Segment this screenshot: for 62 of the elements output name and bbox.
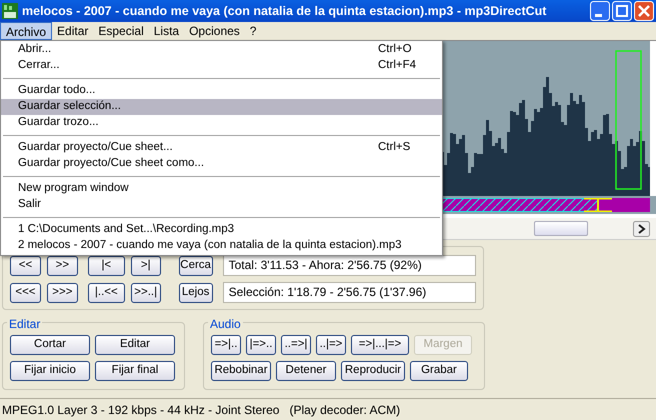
button[interactable]: |< [88,256,125,276]
menu-entry-label: 1 C:\Documents and Set...\Recording.mp3 [18,222,234,238]
maximize-button[interactable] [612,1,632,21]
menu-item[interactable]: Opciones [184,22,245,40]
button[interactable]: ..|=> [316,335,346,355]
button[interactable]: =>|...|=> [351,335,409,355]
scroll-right-button[interactable] [633,220,650,236]
menu-item[interactable]: Archivo [0,22,52,40]
menu-entry-label: New program window [18,181,129,196]
button[interactable]: ..=>| [281,335,311,355]
button[interactable]: Grabar [410,361,468,381]
menu-entry-label: Guardar trozo... [18,115,99,130]
menu-entry[interactable]: 2 melocos - 2007 - cuando me vaya (con natalia de la quinta estacion).mp3 [1,238,442,254]
button[interactable]: >>> [46,282,78,302]
app-icon [2,3,18,19]
minimize-button[interactable] [590,1,610,21]
button[interactable]: >>..| [130,282,161,302]
menu-entry[interactable]: Guardar todo... [1,83,442,99]
button[interactable]: >> [46,256,78,276]
menu-entry-label: 2 melocos - 2007 - cuando me vaya (con natalia de la quinta estacion).mp3 [18,238,402,254]
button[interactable]: Fijar final [95,361,175,381]
button[interactable]: =>|.. [211,335,241,355]
button[interactable]: Cerca [178,256,213,276]
button[interactable]: <<< [10,282,41,302]
button[interactable]: Cortar [10,335,90,355]
button[interactable]: Detener [276,361,336,381]
menu-entry-label: Cerrar... [18,58,60,74]
window-title: melocos - 2007 - cuando me vaya (con natalia de la quinta estacion).mp3 - mp3DirectCut [22,4,548,18]
button[interactable]: Rebobinar [211,361,271,381]
button[interactable]: Lejos [178,282,213,302]
button[interactable]: Reproducir [341,361,405,381]
menu-entry-label: Abrir... [18,42,52,58]
menu-entry[interactable]: Guardar trozo... [1,115,442,131]
scrollbar-thumb[interactable] [534,221,588,236]
menu-entry[interactable]: Guardar selección... [1,99,442,115]
button[interactable]: |..<< [88,282,125,302]
menu-item[interactable]: ? [244,22,262,40]
menu-entry[interactable]: Abrir... Ctrl+O [1,42,442,58]
menu-entry-label: Guardar todo... [18,83,96,98]
menu-entry-label: Guardar proyecto/Cue sheet como... [18,156,204,172]
button[interactable]: |=>.. [246,335,276,355]
button[interactable]: >| [130,256,161,276]
menu-item[interactable]: Especial [93,22,149,40]
button[interactable]: << [10,256,41,276]
menu-entry-label: Guardar proyecto/Cue sheet... [18,140,173,156]
menu-item[interactable]: Lista [148,22,184,40]
menu-entry-label: Salir [18,197,42,212]
info-field: Total: 3'11.53 - Ahora: 2'56.75 (92%) [222,255,476,276]
shortcut-label: Ctrl+O [378,42,413,58]
button[interactable]: Fijar inicio [10,361,90,381]
menu-entry[interactable]: Guardar proyecto/Cue sheet... Ctrl+S [1,140,442,156]
menu-entry[interactable]: Cerrar... Ctrl+F4 [1,58,442,74]
menu-item[interactable]: Editar [52,22,94,40]
menu-entry[interactable]: Guardar proyecto/Cue sheet como... [1,156,442,172]
shortcut-label: Ctrl+S [378,140,412,156]
info-field: Selección: 1'18.79 - 2'56.75 (1'37.96) [222,282,476,303]
menu-entry[interactable]: New program window [1,181,442,197]
shortcut-label: Ctrl+F4 [378,58,418,74]
button[interactable]: Editar [95,335,175,355]
status-text: MPEG1.0 Layer 3 - 192 kbps - 44 kHz - Joint Stereo (Play decoder: ACM) [2,402,400,418]
menu-entry-label: Guardar selección... [18,99,121,114]
close-button[interactable] [634,1,654,21]
